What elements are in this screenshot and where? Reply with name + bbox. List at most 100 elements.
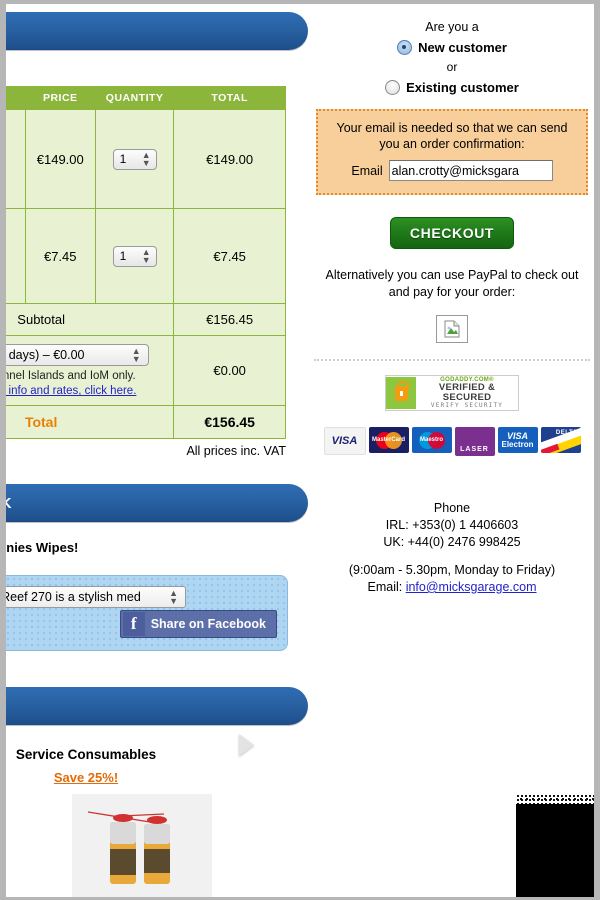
delivery-value: €0.00 [173, 335, 286, 406]
facebook-select-wrap: Roof Box. The Reef 270 is a stylish med … [6, 576, 287, 608]
right-column: Are you a New customer or Existing custo… [308, 4, 594, 596]
delivery-info-link[interactable]: ore delivery info and rates, click here. [6, 385, 136, 397]
section-header-bar-facebook: N FACEBOOK [6, 484, 308, 522]
cart-col-desc [6, 86, 26, 110]
delta-icon: DELTA [540, 427, 581, 453]
radio-row-existing-customer[interactable]: Existing customer [308, 80, 594, 95]
cart-col-price: PRICE [24, 86, 96, 110]
email-instruction: Your email is needed so that we can send… [336, 121, 568, 151]
mastercard-icon: MasterCard [368, 427, 409, 453]
total-value: €156.45 [173, 405, 286, 439]
product-save-link[interactable]: Save 25%! [54, 770, 118, 785]
carousel-next-arrow-icon[interactable] [239, 734, 254, 756]
checkout-button-label: CHECKOUT [409, 225, 495, 241]
quantity-select-2[interactable]: 1 [112, 245, 157, 267]
visa-icon: VISA [323, 427, 366, 455]
phone-irl: IRL: +353(0) 1 4406603 [385, 518, 519, 532]
contact-email-link[interactable]: info@micksgarage.com [406, 580, 537, 594]
godaddy-text: GODADDY.COM® VERIFIED & SECURED VERIFY S… [416, 377, 518, 410]
cart-col-quantity: QUANTITY [94, 86, 175, 110]
laser-icon: LASER [454, 427, 495, 456]
radio-row-new-customer[interactable]: New customer [308, 40, 594, 55]
cart-item-qty-cell-2: 1 ▲ ▼ [94, 208, 175, 304]
section-header-bar-consider: NSIDER [6, 687, 308, 725]
total-row: Total €156.45 [6, 405, 286, 439]
laser-label: LASER [460, 446, 489, 453]
godaddy-line2: VERIFIED & SECURED [438, 382, 496, 403]
godaddy-security-badge[interactable]: GODADDY.COM® VERIFIED & SECURED VERIFY S… [385, 375, 519, 411]
divider [314, 359, 590, 361]
delivery-row: livery (2–10 days) – €0.00 ▲▼ d, UK, Cha… [6, 335, 286, 406]
maestro-icon: Maestro [411, 427, 452, 453]
cart-item-desc-2: ves, Size [6, 208, 26, 304]
email-label: Email [351, 163, 383, 178]
contact-spacer [308, 551, 594, 562]
radio-new-customer-icon[interactable] [397, 40, 413, 55]
left-column: of Man only. PRICE QUANTITY TOTAL d roof… [6, 4, 308, 785]
facebook-caption: k of Holts Screenies Wipes! [6, 540, 79, 555]
email-panel: Your email is needed so that we can send… [316, 109, 588, 195]
customer-question: Are you a [425, 20, 479, 34]
vat-note: All prices inc. VAT [186, 444, 286, 458]
share-on-facebook-button[interactable]: f Share on Facebook [119, 610, 277, 638]
facebook-icon: f [122, 612, 145, 636]
visa-electron-icon: VISA Electron [497, 427, 538, 453]
cart-table: PRICE QUANTITY TOTAL d roof €149.00 1 ▲▼… [6, 86, 286, 439]
cart-item-desc-1: d roof [6, 109, 26, 209]
subtotal-label: Subtotal [6, 303, 175, 336]
delivery-info-link-wrap: ore delivery info and rates, click here. [6, 385, 167, 397]
payment-card-logos: VISA MasterCard Maestro LASER VISA Elect… [308, 427, 594, 456]
contact-email-prefix: Email: [367, 580, 406, 594]
checkout-button[interactable]: CHECKOUT [390, 217, 514, 249]
contact-block: Phone IRL: +353(0) 1 4406603 UK: +44(0) … [308, 500, 594, 596]
or-separator: or [446, 60, 458, 74]
cart-item-total-1: €149.00 [173, 109, 286, 209]
cart-item-qty-cell-1: 1 ▲ ▼ [94, 109, 175, 209]
cart-table-header-row: PRICE QUANTITY TOTAL [6, 86, 286, 110]
facebook-product-select[interactable]: Roof Box. The Reef 270 is a stylish med [6, 586, 186, 608]
godaddy-lock-icon [386, 377, 416, 409]
delivery-select-wrap: livery (2–10 days) – €0.00 ▲ ▼ [6, 344, 149, 366]
table-row: ves, Size €7.45 1 ▲▼ €7.45 [6, 208, 286, 304]
godaddy-line3: VERIFY SECURITY [430, 401, 504, 409]
email-field[interactable] [388, 160, 553, 181]
paypal-button-broken-image[interactable] [436, 315, 468, 343]
facebook-share-widget: Roof Box. The Reef 270 is a stylish med … [6, 575, 288, 651]
delivery-coverage-note: d, UK, Channel Islands and IoM only. [6, 370, 136, 382]
visa-label: VISA [331, 435, 358, 447]
qty-select-wrap-1: 1 ▲ ▼ [112, 148, 157, 170]
phone-uk: UK: +44(0) 2476 998425 [383, 535, 521, 549]
phone-title: Phone [433, 501, 471, 515]
delivery-cell: livery (2–10 days) – €0.00 ▲▼ d, UK, Cha… [6, 335, 175, 406]
broken-image-icon [444, 320, 460, 338]
subtotal-row: Subtotal €156.45 [6, 303, 286, 336]
radio-existing-customer-label: Existing customer [406, 80, 519, 95]
radio-new-customer-label: New customer [418, 40, 507, 55]
cart-item-price-2: €7.45 [24, 208, 96, 304]
cart-item-total-2: €7.45 [173, 208, 286, 304]
quantity-select-1[interactable]: 1 [112, 148, 157, 170]
product-save-wrap: Save 25%! [6, 770, 286, 785]
bottom-right-image-block [516, 794, 594, 897]
product-image-svg [72, 794, 212, 897]
qty-select-wrap-2: 1 ▲ ▼ [112, 245, 157, 267]
contact-email-row: Email: info@micksgarage.com [308, 579, 594, 596]
visa-electron-label2: Electron [501, 439, 534, 449]
cart-item-price-1: €149.00 [24, 109, 96, 209]
product-thumbnail[interactable] [72, 794, 212, 897]
radio-existing-customer-icon[interactable] [385, 80, 401, 95]
total-label: Total [6, 405, 175, 439]
delivery-method-select[interactable]: livery (2–10 days) – €0.00 [6, 344, 149, 366]
facebook-select-inner: Roof Box. The Reef 270 is a stylish med … [6, 586, 186, 608]
email-input-row: Email [328, 160, 576, 181]
delta-label: DELTA [555, 430, 578, 436]
maestro-label: Maestro [419, 437, 443, 443]
subtotal-value: €156.45 [173, 303, 286, 336]
facebook-bar-label: N FACEBOOK [6, 494, 13, 512]
browser-viewport: of Man only. PRICE QUANTITY TOTAL d roof… [6, 4, 594, 897]
page-content: of Man only. PRICE QUANTITY TOTAL d roof… [6, 4, 594, 897]
mastercard-label: MasterCard [371, 437, 405, 443]
paypal-text: Alternatively you can use PayPal to chec… [325, 268, 579, 299]
opening-hours: (9:00am - 5.30pm, Monday to Friday) [348, 563, 556, 577]
table-row: d roof €149.00 1 ▲▼ €149.00 [6, 109, 286, 209]
